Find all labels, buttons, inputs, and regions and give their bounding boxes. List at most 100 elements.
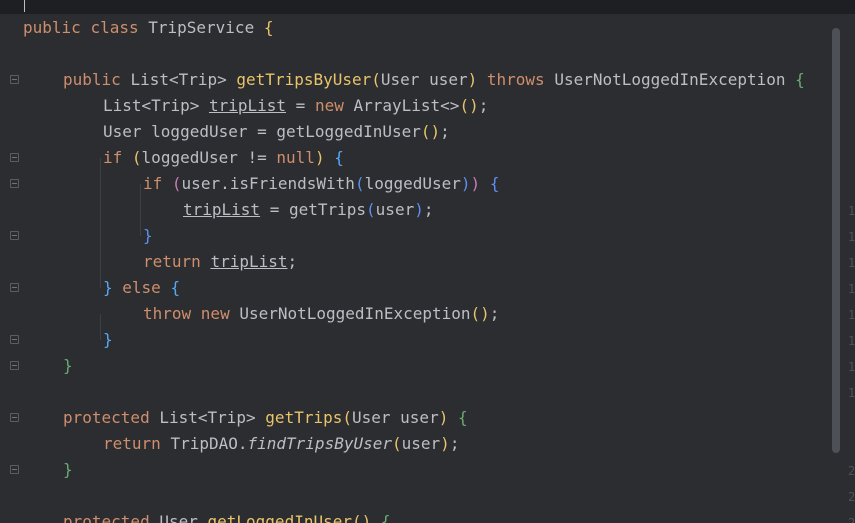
- code-token: ;: [287, 252, 298, 271]
- code-line[interactable]: protected List<Trip> getTrips(User user)…: [63, 405, 468, 431]
- code-token: getTripsByUser: [236, 70, 372, 89]
- code-token: }: [63, 460, 73, 479]
- code-line[interactable]: public class TripService {: [23, 15, 273, 41]
- code-token: >: [246, 408, 266, 427]
- code-token: {: [170, 278, 181, 297]
- fold-icon[interactable]: [10, 153, 19, 162]
- code-token: class: [90, 18, 149, 37]
- code-token: List: [159, 408, 198, 427]
- code-line[interactable]: if (user.isFriendsWith(loggedUser)) {: [143, 171, 499, 197]
- code-line[interactable]: User loggedUser = getLoggedInUser();: [103, 119, 450, 145]
- code-token: protected: [63, 512, 160, 523]
- line-number-digit: 2: [848, 516, 855, 523]
- indent-guide: [140, 184, 141, 236]
- code-token: >: [217, 70, 237, 89]
- code-line[interactable]: }: [143, 223, 153, 249]
- code-line[interactable]: if (loggedUser != null) {: [103, 145, 344, 171]
- code-editor[interactable]: public class TripService {public List<Tr…: [0, 14, 855, 523]
- indent-guide: [100, 314, 101, 340]
- code-token: return: [143, 252, 211, 271]
- code-token: else: [112, 278, 171, 297]
- code-line[interactable]: } else {: [103, 275, 180, 301]
- fold-icon[interactable]: [10, 335, 19, 344]
- vertical-scrollbar[interactable]: [832, 28, 840, 453]
- code-token: ;: [423, 200, 434, 219]
- code-token: =: [286, 96, 315, 115]
- fold-icon[interactable]: [10, 283, 19, 292]
- code-token: User: [159, 512, 208, 523]
- code-token: ;: [478, 96, 489, 115]
- code-line[interactable]: tripList = getTrips(user);: [183, 197, 433, 223]
- code-token: ): [470, 174, 481, 193]
- code-token: UserNotLoggedInException: [554, 70, 796, 89]
- fold-icon[interactable]: [10, 361, 19, 370]
- code-token: ): [460, 174, 471, 193]
- code-token: {: [334, 148, 344, 167]
- scrollbar-thumb[interactable]: [832, 28, 840, 453]
- code-token: <>: [440, 96, 460, 115]
- code-token: (): [470, 304, 490, 323]
- code-token: null: [276, 148, 315, 167]
- code-token: throw: [143, 304, 201, 323]
- fold-icon[interactable]: [10, 75, 19, 84]
- code-line[interactable]: public List<Trip> getTripsByUser(User us…: [63, 67, 805, 93]
- code-token: return: [103, 434, 171, 453]
- code-token: ArrayList: [353, 96, 441, 115]
- code-token: throws: [477, 70, 555, 89]
- editor-top-strip: [0, 0, 855, 14]
- fold-icon[interactable]: [10, 413, 19, 422]
- code-token: {: [457, 408, 468, 427]
- code-line[interactable]: return TripDAO.findTripsByUser(user);: [103, 431, 459, 457]
- code-token: if: [143, 174, 172, 193]
- code-line[interactable]: List<Trip> tripList = new ArrayList<>();: [103, 93, 488, 119]
- code-token: Trip: [207, 408, 247, 427]
- code-token: {: [795, 70, 805, 89]
- code-token: (: [342, 408, 352, 427]
- fold-icon[interactable]: [10, 465, 19, 474]
- code-line[interactable]: throw new UserNotLoggedInException();: [143, 301, 499, 327]
- code-line[interactable]: }: [63, 353, 73, 379]
- code-line[interactable]: return tripList;: [143, 249, 297, 275]
- line-number-digit: 1: [848, 308, 855, 322]
- code-token: (): [420, 122, 441, 141]
- code-token: (: [371, 70, 381, 89]
- code-token: findTripsByUser: [247, 434, 393, 453]
- code-token: public: [23, 18, 91, 37]
- line-number-digit: 1: [848, 256, 855, 270]
- line-number-digit: 1: [848, 360, 855, 374]
- fold-icon[interactable]: [10, 231, 19, 240]
- code-token: public: [63, 70, 131, 89]
- code-token: protected: [63, 408, 160, 427]
- code-line[interactable]: protected User getLoggedInUser() {: [63, 509, 391, 523]
- code-token: ): [438, 408, 449, 427]
- code-token: UserNotLoggedInException: [239, 304, 471, 323]
- code-token: }: [143, 226, 153, 245]
- code-token: ;: [440, 122, 450, 141]
- code-token: {: [489, 174, 500, 193]
- code-token: ): [440, 434, 450, 453]
- code-token: Trip: [178, 70, 218, 89]
- code-token: if: [103, 148, 132, 167]
- code-token: = getTrips: [260, 200, 367, 219]
- code-token: List: [103, 96, 142, 115]
- code-token: User loggedUser = getLoggedInUser: [103, 122, 421, 141]
- code-line[interactable]: }: [103, 327, 113, 353]
- line-number-digit: 2: [848, 464, 855, 478]
- code-token: (: [131, 148, 142, 167]
- code-token: ;: [489, 304, 500, 323]
- code-token: (): [459, 96, 479, 115]
- line-number-digit: 1: [848, 334, 855, 348]
- code-area[interactable]: public class TripService {public List<Tr…: [23, 14, 825, 523]
- text-caret: [24, 0, 25, 12]
- fold-icon[interactable]: [10, 179, 19, 188]
- code-line[interactable]: }: [63, 457, 73, 483]
- right-line-number-strip: 1 1 1 1 1 1 1 1 2 2 2: [847, 14, 855, 523]
- code-token: >: [189, 96, 209, 115]
- code-token: user: [375, 200, 415, 219]
- code-token: tripList: [210, 252, 288, 271]
- code-token: <: [141, 96, 152, 115]
- code-token: new: [314, 96, 354, 115]
- code-token: (): [352, 512, 372, 523]
